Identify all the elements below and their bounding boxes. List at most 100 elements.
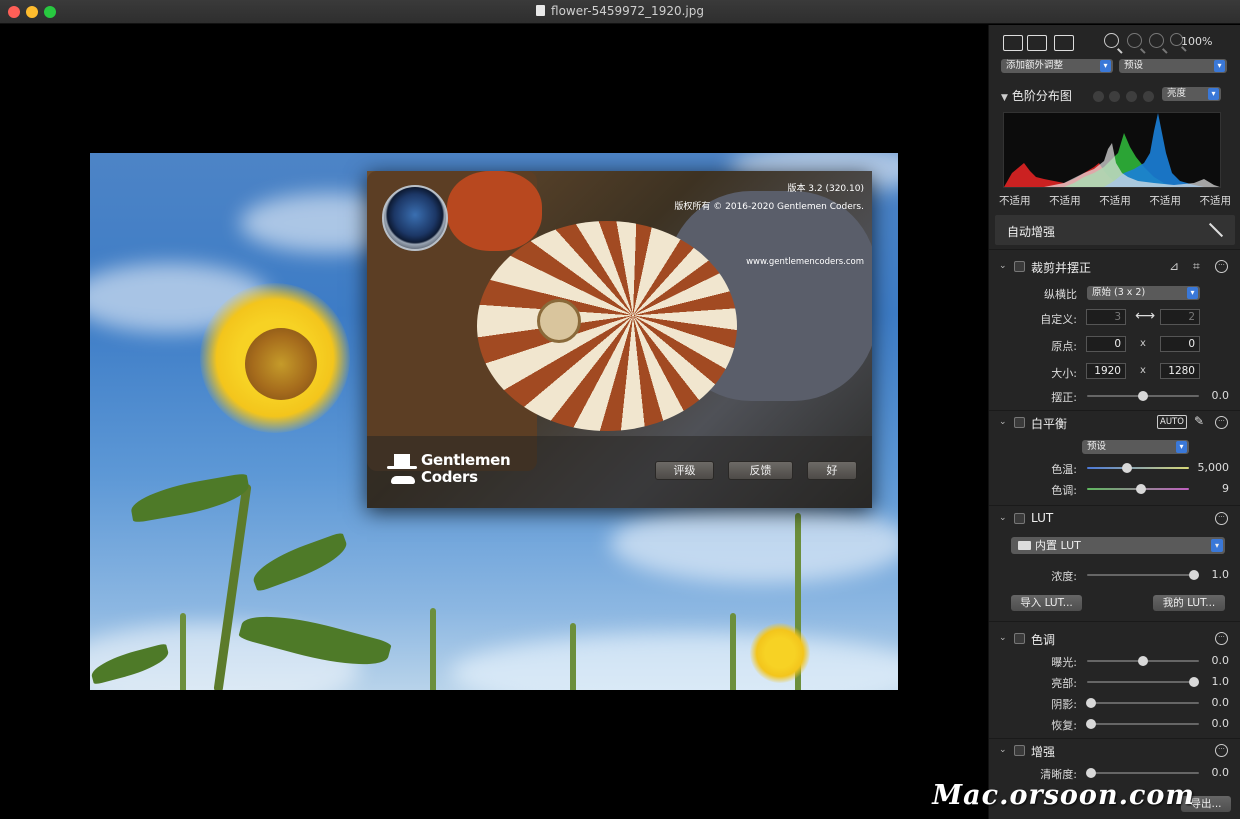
readout-5: 不适用 [1199, 195, 1232, 207]
wb-preset-popup[interactable]: 预设 ▾ [1082, 440, 1189, 454]
lut-enable-checkbox[interactable] [1014, 513, 1025, 524]
crop-more-icon[interactable]: ··· [1215, 260, 1228, 273]
enhance-chevron-icon[interactable]: ⌄ [999, 745, 1007, 755]
ok-button[interactable]: 好 [807, 461, 857, 480]
tone-more-icon[interactable]: ··· [1215, 632, 1228, 645]
readout-2: 不适用 [1049, 195, 1081, 207]
histogram-header[interactable]: ▼ 色阶分布图 [1001, 87, 1072, 104]
shadows-slider[interactable] [1087, 702, 1199, 704]
shadows-knob[interactable] [1086, 698, 1096, 708]
popup-arrows-icon: ▾ [1208, 88, 1219, 100]
temp-label: 色温: [1051, 463, 1077, 476]
wb-auto-button[interactable]: AUTO [1157, 415, 1187, 429]
rate-button[interactable]: 评级 [655, 461, 714, 480]
recovery-knob[interactable] [1086, 719, 1096, 729]
enhance-enable-checkbox[interactable] [1014, 745, 1025, 756]
channel-dot-4[interactable] [1143, 91, 1154, 102]
swap-aspect-icon[interactable]: ⟷ [1135, 308, 1155, 324]
intensity-slider[interactable] [1087, 574, 1199, 576]
size-height-field[interactable]: 1280 [1160, 363, 1200, 379]
add-adjustment-popup[interactable]: 添加额外调整 ▾ [1001, 59, 1113, 73]
temp-value: 5,000 [1197, 461, 1230, 474]
highlights-value: 1.0 [1211, 675, 1230, 688]
exposure-knob[interactable] [1138, 656, 1148, 666]
window-title: flower-5459972_1920.jpg [0, 4, 1240, 18]
size-x-sep: x [1140, 365, 1146, 376]
temp-knob[interactable] [1122, 463, 1132, 473]
recovery-value: 0.0 [1211, 717, 1230, 730]
about-footer: Gentlemen Coders 评级 反馈 好 [367, 436, 872, 508]
lut-chevron-icon[interactable]: ⌄ [999, 513, 1007, 523]
wb-title: 白平衡 [1031, 417, 1068, 431]
channel-dot-2[interactable] [1109, 91, 1120, 102]
aspect-popup[interactable]: 原始 (3 x 2) ▾ [1087, 286, 1200, 300]
crop-chevron-icon[interactable]: ⌄ [999, 261, 1007, 271]
eyedropper-icon[interactable]: ✎ [1194, 414, 1204, 428]
wb-chevron-icon[interactable]: ⌄ [999, 417, 1007, 427]
lut-more-icon[interactable]: ··· [1215, 512, 1228, 525]
channel-dot-1[interactable] [1093, 91, 1104, 102]
size-width-field[interactable]: 1920 [1086, 363, 1126, 379]
shadows-value: 0.0 [1211, 696, 1230, 709]
temp-slider[interactable] [1087, 467, 1189, 469]
wb-more-icon[interactable]: ··· [1215, 416, 1228, 429]
clarity-knob[interactable] [1086, 768, 1096, 778]
compare-icon[interactable] [1054, 35, 1074, 51]
folder-icon [1018, 541, 1031, 550]
auto-enhance-button[interactable]: 自动增强 [995, 215, 1235, 245]
rotate-icon[interactable] [1003, 35, 1023, 51]
crop-tool-icon[interactable]: ⌗ [1193, 259, 1200, 274]
document-icon [536, 5, 546, 16]
crop-enable-checkbox[interactable] [1014, 261, 1025, 272]
title-bar: flower-5459972_1920.jpg [0, 0, 1240, 24]
preset-popup[interactable]: 预设 ▾ [1119, 59, 1227, 73]
feedback-button[interactable]: 反馈 [728, 461, 793, 480]
import-lut-button[interactable]: 导入 LUT... [1011, 595, 1082, 611]
about-dialog: 版本 3.2 (320.10) 版权所有 © 2016-2020 Gentlem… [367, 171, 872, 508]
popup-arrows-icon: ▾ [1176, 441, 1187, 453]
wb-enable-checkbox[interactable] [1014, 417, 1025, 428]
straighten-label: 摆正: [1051, 391, 1077, 404]
lut-title: LUT [1031, 511, 1054, 525]
clarity-value: 0.0 [1211, 766, 1230, 779]
tone-chevron-icon[interactable]: ⌄ [999, 633, 1007, 643]
nautilus-artwork [477, 221, 737, 431]
brand-line-2: Coders [421, 468, 478, 486]
tone-enable-checkbox[interactable] [1014, 633, 1025, 644]
image-canvas[interactable]: 版本 3.2 (320.10) 版权所有 © 2016-2020 Gentlem… [0, 25, 987, 819]
readout-4: 不适用 [1149, 195, 1181, 207]
origin-y-field[interactable]: 0 [1160, 336, 1200, 352]
enhance-more-icon[interactable]: ··· [1215, 744, 1228, 757]
channel-dot-3[interactable] [1126, 91, 1137, 102]
histogram-title: 色阶分布图 [1011, 89, 1072, 103]
highlights-label: 亮部: [1051, 677, 1077, 690]
straighten-knob[interactable] [1138, 391, 1148, 401]
tint-knob[interactable] [1136, 484, 1146, 494]
shadows-label: 阴影: [1051, 698, 1077, 711]
clarity-slider[interactable] [1087, 772, 1199, 774]
origin-x-sep: x [1140, 338, 1146, 349]
zoom-level: 100% [1181, 35, 1213, 48]
straighten-value: 0.0 [1211, 389, 1230, 402]
highlights-slider[interactable] [1087, 681, 1199, 683]
website-link[interactable]: www.gentlemencoders.com [746, 257, 864, 267]
histogram-chart [1003, 112, 1221, 188]
exposure-label: 曝光: [1051, 656, 1077, 669]
custom-height-field[interactable]: 2 [1160, 309, 1200, 325]
zoom-in-icon[interactable] [1104, 33, 1119, 48]
my-lut-button[interactable]: 我的 LUT... [1153, 595, 1225, 611]
intensity-knob[interactable] [1189, 570, 1199, 580]
zoom-fit-icon[interactable] [1149, 33, 1164, 48]
flip-horizontal-icon[interactable] [1027, 35, 1047, 51]
zoom-out-icon[interactable] [1127, 33, 1142, 48]
custom-width-field[interactable]: 3 [1086, 309, 1126, 325]
aspect-label: 纵横比 [1044, 288, 1077, 301]
histogram-mode-popup[interactable]: 亮度 ▾ [1162, 87, 1221, 101]
highlights-knob[interactable] [1189, 677, 1199, 687]
lut-selected-label: 内置 LUT [1035, 539, 1081, 552]
lut-select-popup[interactable]: 内置 LUT ▾ [1011, 537, 1225, 554]
origin-x-field[interactable]: 0 [1086, 336, 1126, 352]
straighten-tool-icon[interactable]: ⊿ [1169, 259, 1179, 273]
tint-label: 色调: [1051, 484, 1077, 497]
recovery-slider[interactable] [1087, 723, 1199, 725]
